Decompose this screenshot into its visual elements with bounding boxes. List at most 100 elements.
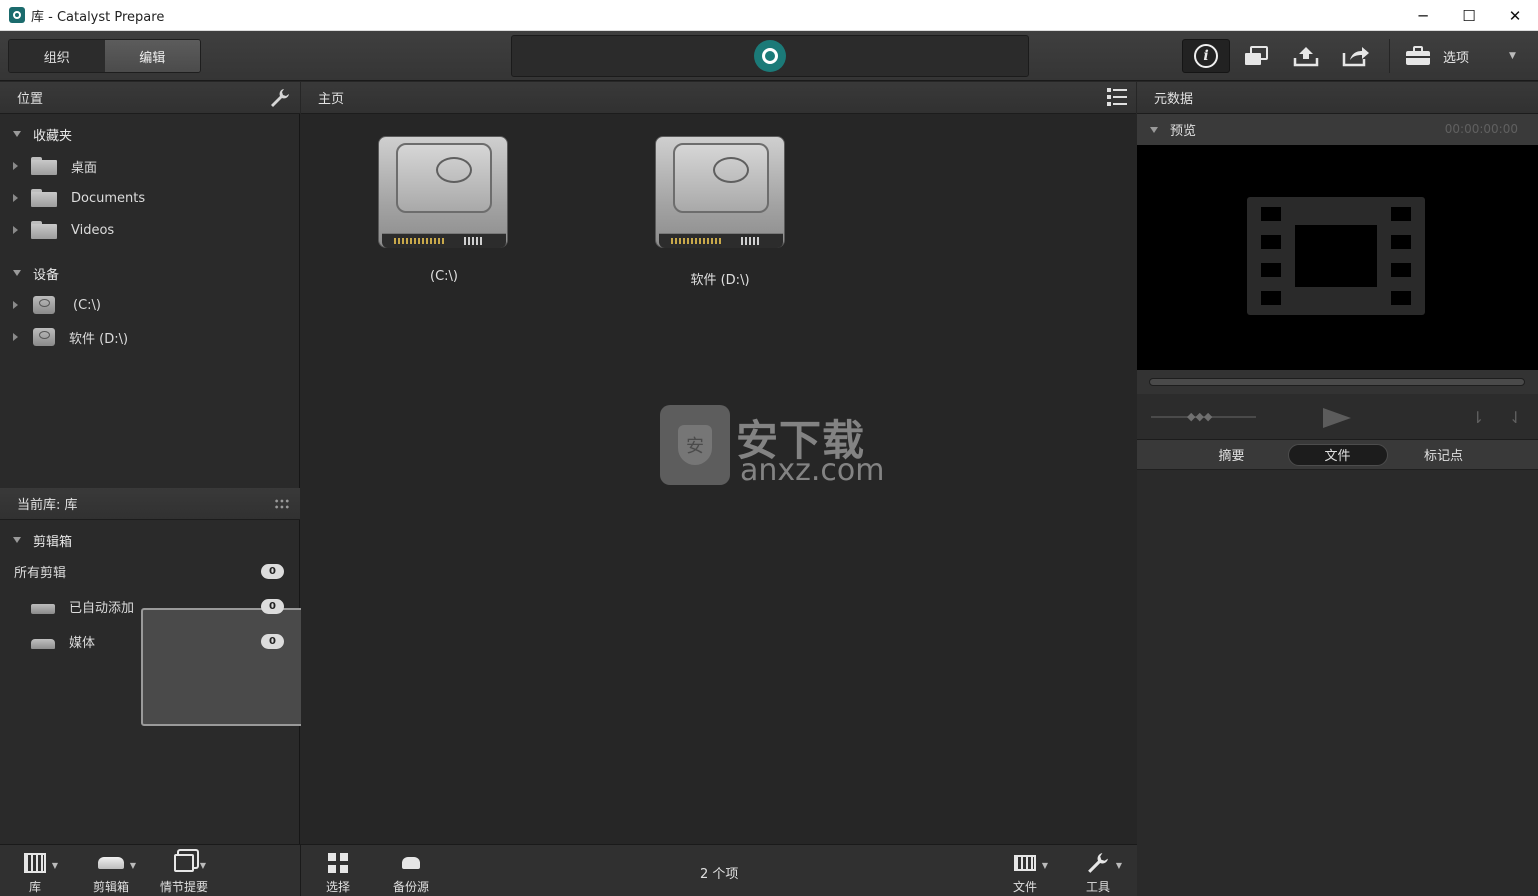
tab-edit[interactable]: 编辑 — [104, 40, 200, 72]
film-icon — [1014, 855, 1036, 871]
list-view-icon[interactable] — [1106, 86, 1128, 108]
status-display — [511, 35, 1029, 77]
backup-source-button[interactable]: 备份源 — [393, 851, 429, 895]
window-title: 库 - Catalyst Prepare — [31, 9, 165, 25]
count-badge: 0 — [261, 633, 284, 649]
bottom-toolbar: ▼ 库 ▼ 剪辑箱 ▼ 情节提要 选择 备份源 2 个项 ▼ 文件 ▼ 工具 — [0, 844, 1137, 896]
drive-d-label: 软件 (D:\) — [690, 273, 750, 288]
sidebar-item-label: Videos — [71, 222, 115, 238]
options-button[interactable]: 选项 ▼ — [1405, 39, 1525, 73]
video-preview — [1137, 145, 1538, 370]
sidebar-item-desktop[interactable]: 桌面 — [0, 151, 300, 181]
tab-file[interactable]: 文件 — [1287, 443, 1388, 466]
chevron-down-icon: ▼ — [1509, 51, 1516, 61]
chevron-down-icon: ▼ — [1115, 861, 1122, 870]
sidebar-item-videos[interactable]: Videos — [0, 215, 300, 245]
folder-icon — [31, 189, 57, 207]
share-button[interactable] — [1340, 39, 1372, 73]
bin-icon — [31, 639, 55, 649]
browser-header: 主页 — [301, 82, 1136, 114]
film-placeholder-icon — [1247, 197, 1425, 315]
hard-drive-icon — [378, 136, 508, 248]
play-icon[interactable] — [1323, 408, 1351, 428]
auto-add-icon — [31, 604, 55, 614]
chevron-down-icon: ▼ — [51, 861, 58, 870]
grip-icon[interactable] — [274, 498, 290, 510]
location-header: 位置 — [0, 82, 300, 114]
storyboard-icon — [174, 854, 194, 872]
library-title: 当前库: 库 — [17, 498, 78, 513]
tab-markers[interactable]: 标记点 — [1394, 444, 1494, 466]
favorites-group[interactable]: 收藏夹 — [0, 124, 72, 144]
library-button[interactable]: ▼ 库 — [24, 851, 58, 895]
upload-button[interactable] — [1290, 39, 1322, 73]
bin-icon — [98, 857, 124, 869]
expand-icon — [13, 131, 21, 137]
bin-label: 已自动添加 — [69, 600, 135, 616]
chevron-down-icon: ▼ — [199, 861, 206, 870]
wrench-icon — [1088, 853, 1108, 873]
devices-label: 设备 — [33, 267, 60, 283]
mark-in-icon[interactable]: ⇂ — [1471, 408, 1484, 427]
preview-section-header[interactable]: 预览 00:00:00:00 — [1137, 114, 1538, 145]
breadcrumb: 主页 — [318, 92, 345, 107]
sidebar-item-label: 桌面 — [71, 160, 98, 176]
wrench-icon[interactable] — [270, 88, 290, 108]
timeline-scrubber[interactable] — [1137, 370, 1538, 394]
tab-summary[interactable]: 摘要 — [1182, 444, 1282, 466]
hard-drive-icon — [655, 136, 785, 248]
options-label: 选项 — [1443, 50, 1470, 66]
collapse-icon — [13, 333, 18, 341]
folder-icon — [31, 221, 57, 239]
sidebar-item-drive-c[interactable]: (C:\) — [0, 290, 300, 320]
storyboard-button[interactable]: ▼ 情节提要 — [160, 851, 208, 895]
toolbar-divider — [1389, 39, 1390, 73]
info-button[interactable]: i — [1182, 39, 1230, 73]
drive-c-tile[interactable] — [378, 136, 508, 254]
close-button[interactable]: ✕ — [1492, 0, 1538, 31]
maximize-button[interactable]: ☐ — [1446, 0, 1492, 31]
drive-d-tile[interactable] — [655, 136, 785, 254]
library-icon — [24, 853, 46, 873]
chevron-down-icon: ▼ — [1041, 861, 1048, 870]
collapse-icon — [13, 194, 18, 202]
metadata-tabs: 摘要 文件 标记点 — [1137, 440, 1538, 470]
sidebar-item-label: 软件 (D:\) — [69, 331, 129, 347]
expand-icon — [13, 537, 21, 543]
preview-label: 预览 — [1170, 124, 1197, 139]
collapse-icon — [13, 301, 18, 309]
bins-button[interactable]: ▼ 剪辑箱 — [93, 851, 136, 895]
file-menu-button[interactable]: ▼ 文件 — [1013, 851, 1048, 895]
shuttle-knob-icon[interactable]: ◆◆◆ — [1187, 410, 1212, 423]
upload-icon — [1293, 47, 1319, 67]
count-badge: 0 — [261, 598, 284, 614]
main-toolbar: 组织 编辑 i 选项 ▼ — [0, 31, 1538, 81]
mode-switch: 组织 编辑 — [8, 39, 201, 73]
location-panel: 位置 收藏夹 桌面 Documents Videos 设备 (C:\) 软件 (… — [0, 82, 319, 844]
shield-icon: 安 — [660, 405, 730, 485]
app-icon — [9, 7, 25, 23]
sidebar-item-documents[interactable]: Documents — [0, 183, 300, 213]
window-controls: ─ ☐ ✕ — [1400, 0, 1538, 31]
select-button[interactable]: 选择 — [326, 851, 350, 895]
minimize-button[interactable]: ─ — [1400, 0, 1446, 31]
chevron-down-icon: ▼ — [129, 861, 136, 870]
expand-icon — [1150, 126, 1158, 133]
tab-organize[interactable]: 组织 — [9, 40, 105, 72]
collapse-icon — [13, 226, 18, 234]
hard-drive-icon — [33, 328, 55, 346]
bins-group[interactable]: 剪辑箱 — [0, 530, 72, 550]
tools-button[interactable]: ▼ 工具 — [1086, 851, 1122, 895]
sidebar-item-drive-d[interactable]: 软件 (D:\) — [0, 322, 300, 352]
bin-media[interactable]: 媒体 0 — [0, 626, 300, 656]
info-icon: i — [1194, 44, 1218, 68]
grid-icon — [328, 853, 348, 873]
windows-icon — [1245, 46, 1268, 65]
devices-group[interactable]: 设备 — [0, 263, 59, 283]
timecode-display: 00:00:00:00 — [1444, 122, 1518, 136]
window-layout-button[interactable] — [1240, 39, 1272, 73]
drive-c-label: (C:\) — [430, 269, 458, 284]
mark-out-icon[interactable]: ⇃ — [1509, 408, 1522, 427]
bin-all-clips[interactable]: 所有剪辑 0 — [0, 556, 319, 726]
bin-auto-added[interactable]: 已自动添加 0 — [0, 591, 300, 621]
